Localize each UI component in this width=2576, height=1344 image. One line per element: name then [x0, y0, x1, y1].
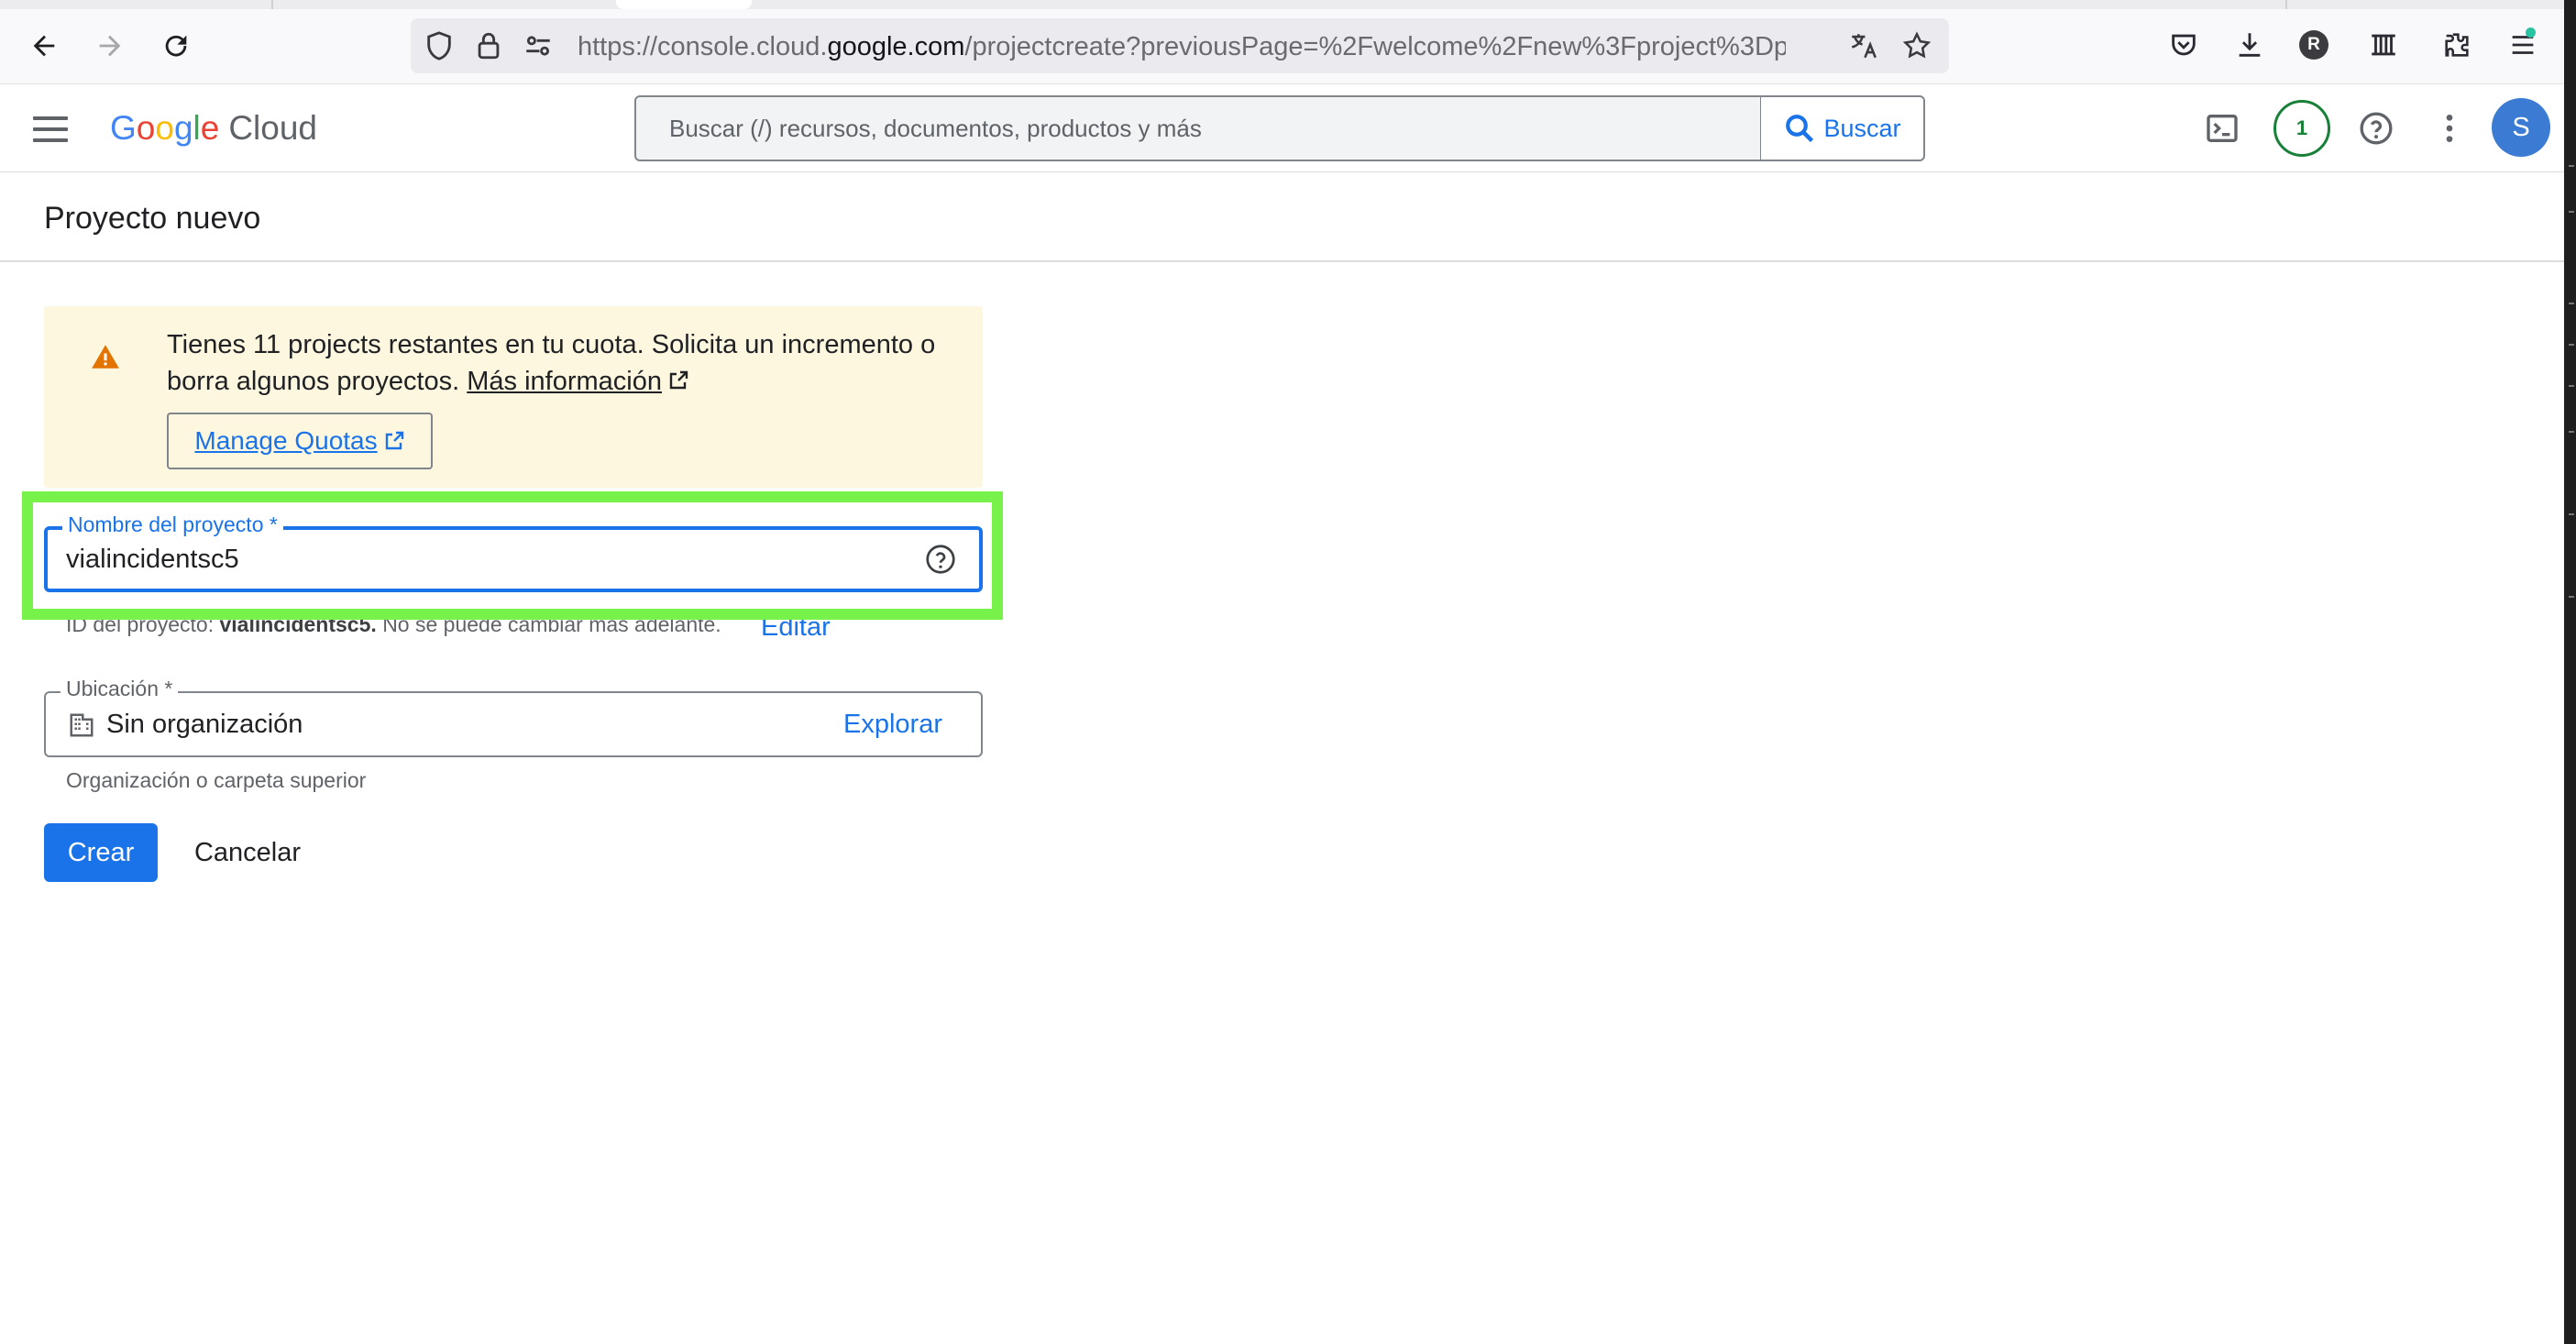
- main-menu-button[interactable]: [29, 108, 72, 150]
- page-title-bar: Proyecto nuevo: [0, 172, 2564, 262]
- reload-icon: [165, 35, 187, 57]
- warning-icon: [92, 345, 119, 369]
- url-text[interactable]: https://console.cloud.google.com/project…: [578, 31, 1786, 62]
- library-icon[interactable]: [2365, 27, 2402, 63]
- active-tab-edge[interactable]: [616, 0, 752, 9]
- quota-message: Tienes 11 projects restantes en tu cuota…: [167, 326, 955, 400]
- reload-button[interactable]: [154, 24, 198, 68]
- forward-button[interactable]: [88, 24, 132, 68]
- more-vertical-icon: [2446, 115, 2453, 142]
- location-label: Ubicación *: [61, 676, 179, 701]
- logo-letter: g: [173, 109, 193, 147]
- download-icon[interactable]: [2231, 27, 2268, 63]
- explore-button[interactable]: Explorar: [843, 706, 942, 743]
- translate-icon[interactable]: [1848, 30, 1879, 61]
- logo-letter: o: [155, 109, 174, 147]
- menu-bar: [33, 138, 68, 142]
- search-button-label: Buscar: [1823, 114, 1901, 142]
- account-avatar[interactable]: S: [2492, 98, 2550, 157]
- cancel-button[interactable]: Cancelar: [178, 823, 317, 882]
- address-bar[interactable]: https://console.cloud.google.com/project…: [411, 18, 1949, 73]
- learn-more-label: Más información: [467, 367, 662, 396]
- highlight-box: [22, 491, 1003, 620]
- forward-arrow-icon: [99, 35, 121, 57]
- cloud-shell-button[interactable]: [2200, 106, 2244, 150]
- shield-icon[interactable]: [424, 30, 455, 61]
- tab-separator: [2285, 0, 2287, 9]
- menu-bar: [33, 127, 68, 131]
- location-helper-text: Organización o carpeta superior: [66, 768, 367, 792]
- logo-letter: o: [136, 109, 156, 147]
- create-button[interactable]: Crear: [44, 823, 158, 882]
- permissions-icon[interactable]: [523, 30, 554, 61]
- update-indicator-dot: [2526, 28, 2536, 38]
- manage-quotas-label: Manage Quotas: [194, 426, 378, 455]
- lock-icon[interactable]: [473, 30, 504, 61]
- logo-suffix: Cloud: [228, 109, 318, 147]
- notifications-badge[interactable]: 1: [2273, 100, 2330, 157]
- terminal-icon: [2207, 115, 2238, 142]
- screen: https://console.cloud.google.com/project…: [0, 0, 2576, 1344]
- logo-letter: l: [193, 109, 201, 147]
- app-menu-icon[interactable]: [2504, 27, 2541, 63]
- search-button[interactable]: Buscar: [1760, 95, 1925, 161]
- external-link-icon: [669, 370, 688, 390]
- url-path: /projectcreate?previousPage=%2Fwelcome%2…: [964, 32, 1786, 61]
- google-cloud-logo[interactable]: Google Cloud: [110, 105, 317, 152]
- search-input[interactable]: [669, 97, 1723, 160]
- page-title: Proyecto nuevo: [44, 201, 261, 236]
- pocket-icon[interactable]: [2165, 27, 2202, 63]
- tab-separator: [271, 0, 273, 9]
- more-options-button[interactable]: [2427, 106, 2471, 150]
- search-box: [634, 95, 1762, 161]
- quota-warning-banner: Tienes 11 projects restantes en tu cuota…: [44, 306, 983, 488]
- logo-letter: G: [110, 109, 137, 147]
- extensions-icon[interactable]: [2438, 27, 2475, 63]
- profile-extension-icon[interactable]: R: [2299, 30, 2328, 60]
- window-edge: [2564, 0, 2576, 1344]
- back-button[interactable]: [22, 24, 66, 68]
- help-icon: [2360, 112, 2393, 145]
- external-link-icon: [385, 431, 403, 450]
- bookmark-star-icon[interactable]: [1901, 30, 1932, 61]
- learn-more-link[interactable]: Más información: [467, 367, 689, 396]
- cloud-console-header: GoogleCloud Buscar 1 S: [0, 84, 2564, 172]
- help-button[interactable]: [2354, 106, 2398, 150]
- back-arrow-icon: [33, 35, 55, 57]
- logo-letter: e: [200, 109, 220, 147]
- tab-strip: [0, 0, 2576, 9]
- search-icon: [1786, 115, 1814, 143]
- url-domain: google.com: [827, 32, 965, 61]
- location-value: Sin organización: [106, 710, 303, 739]
- building-icon: [70, 713, 94, 737]
- location-field[interactable]: Ubicación * Sin organización Explorar: [44, 676, 983, 757]
- menu-bar: [33, 116, 68, 120]
- browser-toolbar: https://console.cloud.google.com/project…: [0, 0, 2576, 84]
- url-prefix: https://console.cloud.: [578, 32, 828, 61]
- manage-quotas-button[interactable]: Manage Quotas: [167, 413, 433, 469]
